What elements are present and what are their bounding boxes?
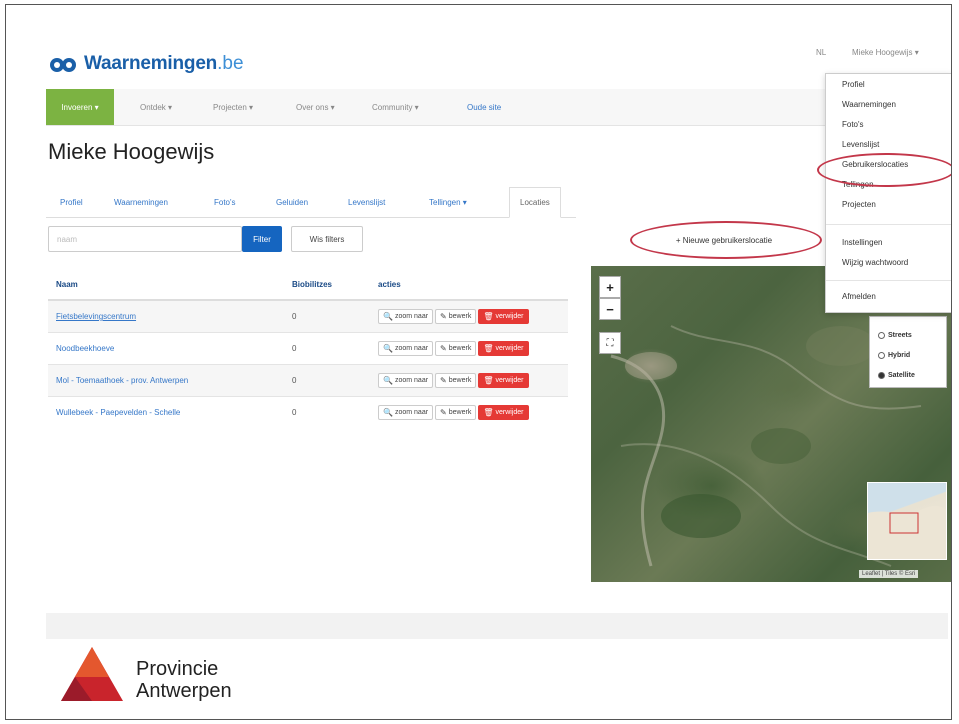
location-link[interactable]: Fietsbelevingscentrum [56, 312, 136, 321]
edit-button[interactable]: ✎ bewerk [435, 373, 477, 388]
pencil-icon: ✎ [440, 408, 447, 417]
profile-tabs: Profiel Waarnemingen Foto's Geluiden Lev… [46, 187, 576, 218]
delete-button[interactable]: 🗑 verwijder [478, 309, 529, 324]
tab-lifelist[interactable]: Levenslijst [348, 187, 385, 217]
tab-profile[interactable]: Profiel [60, 187, 83, 217]
map-attribution[interactable]: Leaflet | Tiles © Esri [859, 570, 919, 578]
main-navbar: Invoeren ▾ Ontdek ▾ Projecten ▾ Over ons… [46, 89, 948, 126]
delete-button[interactable]: 🗑 verwijder [478, 341, 529, 356]
menu-item-settings[interactable]: Instellingen [842, 238, 882, 247]
tab-counts[interactable]: Tellingen ▾ [429, 187, 467, 217]
pencil-icon: ✎ [440, 376, 447, 385]
nav-projects[interactable]: Projecten ▾ [213, 89, 253, 125]
location-link[interactable]: Mol - Toemaathoek - prov. Antwerpen [56, 376, 188, 385]
clear-filters-button[interactable]: Wis filters [291, 226, 363, 252]
locations-table: Naam Biobilitzes acties Fietsbelevingsce… [48, 269, 568, 428]
zoom-icon: 🔍 [383, 376, 393, 385]
tab-sounds[interactable]: Geluiden [276, 187, 308, 217]
radio-icon [878, 351, 885, 359]
menu-item-logout[interactable]: Afmelden [842, 292, 876, 301]
zoom-icon: 🔍 [383, 408, 393, 417]
trash-icon: 🗑 [483, 344, 494, 353]
menu-item-profile[interactable]: Profiel [842, 80, 865, 89]
edit-button[interactable]: ✎ bewerk [435, 309, 477, 324]
menu-item-projects[interactable]: Projecten [842, 200, 876, 209]
radio-checked-icon [878, 371, 885, 379]
language-selector[interactable]: NL [816, 48, 826, 57]
nav-input-menu[interactable]: Invoeren ▾ [46, 89, 114, 125]
user-dropdown-menu: Profiel Waarnemingen Foto's Levenslijst … [825, 73, 951, 313]
minimap[interactable] [867, 482, 947, 560]
location-count: 0 [284, 299, 370, 333]
pencil-icon: ✎ [440, 312, 447, 321]
table-row: Mol - Toemaathoek - prov. Antwerpen 0 🔍 z… [48, 364, 568, 397]
layer-option-hybrid[interactable]: Hybrid [878, 345, 938, 365]
screenshot-frame: Waarnemingen .be NL Mieke Hoogewijs ▾ Inv… [5, 4, 952, 720]
location-link[interactable]: Noodbeekhoeve [56, 344, 114, 353]
col-name-header[interactable]: Naam [48, 269, 284, 301]
col-actions-header: acties [370, 269, 568, 301]
nav-about[interactable]: Over ons ▾ [296, 89, 335, 125]
tab-locations[interactable]: Locaties [509, 187, 561, 218]
zoom-icon: 🔍 [383, 344, 393, 353]
minimap-overview [868, 505, 946, 559]
radio-icon [878, 331, 885, 339]
nav-old-site[interactable]: Oude site [467, 89, 501, 125]
zoom-to-button[interactable]: 🔍 zoom naar [378, 341, 434, 356]
menu-item-change-password[interactable]: Wijzig wachtwoord [842, 258, 908, 267]
menu-divider [826, 224, 951, 225]
brand-name: Waarnemingen [84, 53, 218, 74]
location-count: 0 [284, 364, 370, 397]
layer-option-streets[interactable]: Streets [878, 325, 938, 345]
annotation-oval-user-locations [817, 153, 951, 187]
filter-button[interactable]: Filter [242, 226, 282, 252]
menu-divider [826, 280, 951, 281]
province-name: Provincie Antwerpen [136, 658, 232, 702]
name-filter-input[interactable]: naam [48, 226, 242, 252]
nav-community[interactable]: Community ▾ [372, 89, 419, 125]
locations-map[interactable]: + − ⛶ Streets Hybrid Satellite Leaflet |… [591, 266, 951, 582]
col-count-header[interactable]: Biobilitzes [284, 269, 370, 301]
table-row: Fietsbelevingscentrum 0 🔍 zoom naar ✎ bewer… [48, 299, 568, 333]
footer-band [46, 613, 948, 639]
edit-button[interactable]: ✎ bewerk [435, 405, 477, 420]
edit-button[interactable]: ✎ bewerk [435, 341, 477, 356]
user-menu-toggle[interactable]: Mieke Hoogewijs ▾ [852, 48, 919, 57]
tab-observations[interactable]: Waarnemingen [114, 187, 168, 217]
location-link[interactable]: Wullebeek - Paepevelden - Schelle [56, 408, 180, 417]
map-zoom-out-button[interactable]: − [599, 298, 621, 320]
table-row: Noodbeekhoeve 0 🔍 zoom naar ✎ bewerk 🗑 verwij… [48, 332, 568, 365]
menu-item-observations[interactable]: Waarnemingen [842, 100, 896, 109]
page-title: Mieke Hoogewijs [48, 139, 215, 164]
map-zoom-in-button[interactable]: + [599, 276, 621, 298]
table-row: Wullebeek - Paepevelden - Schelle 0 🔍 zoo… [48, 396, 568, 428]
trash-icon: 🗑 [483, 376, 494, 385]
binoculars-logo-icon [50, 58, 76, 72]
zoom-to-button[interactable]: 🔍 zoom naar [378, 373, 434, 388]
delete-button[interactable]: 🗑 verwijder [478, 405, 529, 420]
location-count: 0 [284, 396, 370, 428]
zoom-to-button[interactable]: 🔍 zoom naar [378, 309, 434, 324]
province-logo-icon [61, 647, 123, 701]
menu-item-lifelist[interactable]: Levenslijst [842, 140, 879, 149]
fullscreen-icon[interactable]: ⛶ [599, 332, 621, 354]
zoom-icon: 🔍 [383, 312, 393, 321]
layer-option-satellite[interactable]: Satellite [878, 365, 938, 385]
zoom-to-button[interactable]: 🔍 zoom naar [378, 405, 434, 420]
trash-icon: 🗑 [483, 408, 494, 417]
annotation-oval-new-location [630, 221, 822, 259]
location-count: 0 [284, 332, 370, 365]
nav-discover[interactable]: Ontdek ▾ [140, 89, 172, 125]
delete-button[interactable]: 🗑 verwijder [478, 373, 529, 388]
site-logo[interactable]: Waarnemingen .be [48, 49, 244, 79]
layer-switcher: Streets Hybrid Satellite [869, 316, 947, 388]
trash-icon: 🗑 [483, 312, 494, 321]
table-header-row: Naam Biobilitzes acties [48, 269, 568, 301]
brand-tld: .be [217, 53, 244, 74]
pencil-icon: ✎ [440, 344, 447, 353]
menu-item-photos[interactable]: Foto's [842, 120, 864, 129]
tab-photos[interactable]: Foto's [214, 187, 236, 217]
